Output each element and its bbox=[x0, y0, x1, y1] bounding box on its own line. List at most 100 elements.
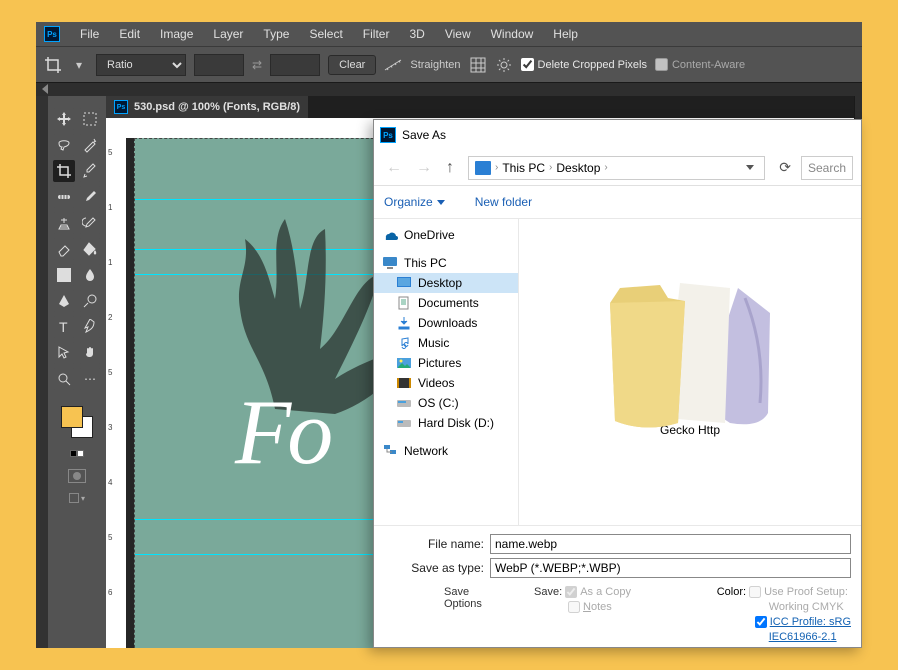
nav-forward-button[interactable]: → bbox=[412, 159, 436, 177]
straighten-icon[interactable] bbox=[384, 56, 402, 74]
more-tools[interactable]: ⋯ bbox=[79, 368, 101, 390]
crumb-desktop[interactable]: Desktop bbox=[556, 161, 600, 175]
drive-icon bbox=[396, 416, 412, 430]
iec-link[interactable]: IEC61966-2.1 bbox=[717, 631, 851, 643]
folder-content[interactable]: Gecko Http bbox=[519, 219, 861, 525]
tree-hdd[interactable]: Hard Disk (D:) bbox=[374, 413, 518, 433]
pen-tool[interactable] bbox=[53, 290, 75, 312]
tree-videos[interactable]: Videos bbox=[374, 373, 518, 393]
eraser-tool[interactable] bbox=[53, 238, 75, 260]
history-brush-tool[interactable] bbox=[79, 212, 101, 234]
tree-desktop[interactable]: Desktop bbox=[374, 273, 518, 293]
menu-image[interactable]: Image bbox=[150, 27, 203, 41]
menu-filter[interactable]: Filter bbox=[353, 27, 400, 41]
color-swatches[interactable] bbox=[57, 404, 97, 444]
ruler-tick: 1 bbox=[108, 258, 112, 267]
menu-layer[interactable]: Layer bbox=[203, 27, 253, 41]
refresh-button[interactable]: ⟳ bbox=[775, 159, 795, 176]
type-tool[interactable]: T bbox=[53, 316, 75, 338]
foreground-swatch[interactable] bbox=[61, 406, 83, 428]
savetype-select[interactable]: WebP (*.WEBP;*.WBP) bbox=[490, 558, 851, 578]
tree-downloads[interactable]: Downloads bbox=[374, 313, 518, 333]
crop-tool-icon[interactable] bbox=[44, 56, 62, 74]
use-proof-label: Use Proof Setup: bbox=[764, 586, 848, 598]
collapse-icon[interactable] bbox=[42, 84, 48, 94]
onedrive-icon bbox=[382, 228, 398, 242]
zoom-tool[interactable] bbox=[53, 368, 75, 390]
icc-profile-checkbox[interactable] bbox=[755, 616, 767, 628]
tree-network[interactable]: Network bbox=[374, 441, 518, 461]
crumb-root[interactable]: This PC bbox=[502, 161, 545, 175]
path-select-tool[interactable] bbox=[79, 316, 101, 338]
guide[interactable] bbox=[135, 519, 393, 520]
use-proof-checkbox bbox=[749, 586, 761, 598]
dodge-tool[interactable] bbox=[79, 290, 101, 312]
overlay-grid-icon[interactable] bbox=[469, 56, 487, 74]
document-tab[interactable]: Ps 530.psd @ 100% (Fonts, RGB/8) bbox=[106, 96, 308, 118]
address-bar[interactable]: › This PC › Desktop › bbox=[468, 156, 765, 180]
clear-button[interactable]: Clear bbox=[328, 55, 376, 75]
guide[interactable] bbox=[135, 554, 393, 555]
ruler-tick: 4 bbox=[108, 478, 112, 487]
screen-mode-button[interactable]: ▾ bbox=[69, 493, 85, 503]
search-input[interactable]: Search bbox=[801, 156, 853, 180]
blur-tool[interactable] bbox=[79, 264, 101, 286]
crop-tool[interactable] bbox=[53, 160, 75, 182]
pc-icon bbox=[475, 161, 491, 175]
nav-back-button[interactable]: ← bbox=[382, 159, 406, 177]
eyedropper-tool[interactable] bbox=[79, 160, 101, 182]
ruler-vertical[interactable]: 5 1 1 2 5 3 4 5 6 bbox=[106, 138, 126, 648]
content-aware-checkbox[interactable]: Content-Aware bbox=[655, 58, 745, 71]
notes-checkbox bbox=[568, 601, 580, 613]
quickmask-button[interactable] bbox=[68, 469, 86, 483]
canvas[interactable]: Fo bbox=[134, 138, 394, 648]
direct-select-tool[interactable] bbox=[53, 342, 75, 364]
crop-height-input[interactable] bbox=[270, 54, 320, 76]
hand-tool[interactable] bbox=[79, 342, 101, 364]
menu-help[interactable]: Help bbox=[543, 27, 588, 41]
lasso-tool[interactable] bbox=[53, 134, 75, 156]
color-label: Color: bbox=[717, 586, 746, 598]
menu-type[interactable]: Type bbox=[253, 27, 299, 41]
delete-cropped-input[interactable] bbox=[521, 58, 534, 71]
gear-icon[interactable] bbox=[495, 56, 513, 74]
gradient-tool[interactable] bbox=[53, 264, 75, 286]
tree-onedrive[interactable]: OneDrive bbox=[374, 225, 518, 245]
filename-input[interactable] bbox=[490, 534, 851, 554]
nav-up-button[interactable]: ↑ bbox=[442, 159, 458, 177]
chevron-down-icon[interactable]: ▾ bbox=[70, 56, 88, 74]
new-folder-button[interactable]: New folder bbox=[475, 195, 532, 209]
tree-documents[interactable]: Documents bbox=[374, 293, 518, 313]
tree-this-pc[interactable]: This PC bbox=[374, 253, 518, 273]
dialog-titlebar[interactable]: Ps Save As bbox=[374, 120, 861, 150]
menu-window[interactable]: Window bbox=[481, 27, 544, 41]
address-dropdown-icon[interactable] bbox=[746, 165, 754, 170]
organize-button[interactable]: Organize bbox=[384, 195, 445, 209]
drive-icon bbox=[396, 396, 412, 410]
menu-3d[interactable]: 3D bbox=[399, 27, 434, 41]
healing-brush-tool[interactable] bbox=[53, 186, 75, 208]
menu-select[interactable]: Select bbox=[299, 27, 352, 41]
marquee-tool[interactable] bbox=[79, 108, 101, 130]
move-tool[interactable] bbox=[53, 108, 75, 130]
icc-profile-link[interactable]: ICC Profile: sRG bbox=[770, 616, 851, 628]
tree-os-c[interactable]: OS (C:) bbox=[374, 393, 518, 413]
crop-width-input[interactable] bbox=[194, 54, 244, 76]
ratio-select[interactable]: Ratio bbox=[96, 54, 186, 76]
svg-text:T: T bbox=[59, 319, 68, 335]
swap-icon[interactable]: ⇄ bbox=[252, 58, 262, 72]
magic-wand-tool[interactable] bbox=[79, 134, 101, 156]
paint-bucket-tool[interactable] bbox=[79, 238, 101, 260]
menu-edit[interactable]: Edit bbox=[109, 27, 150, 41]
folder-item[interactable]: Gecko Http bbox=[590, 233, 790, 437]
default-colors-icon[interactable] bbox=[70, 450, 84, 457]
tree-music[interactable]: Music bbox=[374, 333, 518, 353]
delete-cropped-checkbox[interactable]: Delete Cropped Pixels bbox=[521, 58, 647, 71]
crumb-sep-icon: › bbox=[604, 162, 607, 173]
network-icon bbox=[382, 444, 398, 458]
brush-tool[interactable] bbox=[79, 186, 101, 208]
clone-stamp-tool[interactable] bbox=[53, 212, 75, 234]
menu-view[interactable]: View bbox=[435, 27, 481, 41]
tree-pictures[interactable]: Pictures bbox=[374, 353, 518, 373]
menu-file[interactable]: File bbox=[70, 27, 109, 41]
